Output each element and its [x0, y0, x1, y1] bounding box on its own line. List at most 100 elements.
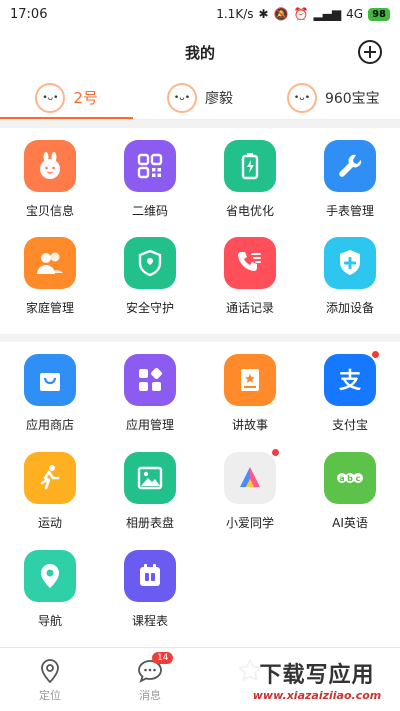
signal-icon: ▂▄▆: [313, 7, 342, 21]
tile: [24, 550, 76, 602]
notification-dot: [271, 448, 280, 457]
tile: [224, 237, 276, 289]
grid-item-app-management[interactable]: 应用管理: [100, 354, 200, 450]
grid-item-power-saving[interactable]: 省电优化: [200, 140, 300, 236]
tile: [324, 237, 376, 289]
grid-item-label: 小爱同学: [225, 516, 274, 530]
grid-item-photo-watchface[interactable]: 相册表盘: [100, 452, 200, 548]
nav-location[interactable]: 定位: [0, 648, 100, 711]
shield-icon: [138, 249, 162, 277]
tile: [24, 354, 76, 406]
grid-item-label: 省电优化: [225, 204, 274, 218]
grid-item-sports[interactable]: 运动: [0, 452, 100, 548]
network-speed: 1.1K/s: [216, 7, 254, 21]
device-functions-grid: 宝贝信息 二维码 省电优化 手表管理 家庭管理 安全守护 通话记录 添加设备: [0, 128, 400, 334]
family-icon: [37, 252, 63, 274]
grid-item-label: 应用管理: [125, 418, 174, 432]
avatar: •ᴗ•: [286, 82, 317, 113]
battery-icon: [241, 153, 259, 180]
grid-item-label: 添加设备: [325, 301, 374, 315]
grid-item-label: 课程表: [131, 614, 168, 628]
grid-item-add-device[interactable]: 添加设备: [300, 237, 400, 333]
grid-item-label: AI英语: [332, 516, 368, 530]
device-tabs: •ᴗ• 2号 •ᴗ• 廖毅 •ᴗ• 960宝宝: [0, 76, 400, 120]
tile: [124, 354, 176, 406]
tile: [24, 140, 76, 192]
tab-label: 960宝宝: [324, 90, 380, 107]
grid-item-label: 导航: [37, 614, 62, 628]
grid-item-label: 支付宝: [331, 418, 368, 432]
nav-messages[interactable]: 14 消息: [100, 648, 200, 711]
avatar: •ᴗ•: [166, 82, 197, 113]
runner-icon: [40, 465, 60, 490]
tile: [124, 452, 176, 504]
watermark-title: 下载写应用: [259, 662, 375, 688]
apps-grid: 应用商店 应用管理 讲故事 支 支付宝 运动 相册表盘 小爱同学 a b c A…: [0, 342, 400, 648]
tab-device-3[interactable]: •ᴗ• 960宝宝: [267, 76, 400, 119]
location-icon: [41, 564, 59, 588]
location-pin-icon: [41, 658, 59, 683]
add-device-icon: [340, 250, 360, 275]
nav-label: 定位: [39, 688, 61, 702]
grid-item-label: 运动: [37, 516, 62, 530]
watermark-url: www.xiazaiziiao.com: [252, 688, 382, 702]
network-type: 4G: [346, 7, 364, 21]
svg-text:b: b: [347, 474, 353, 483]
grid-item-call-log[interactable]: 通话记录: [200, 237, 300, 333]
grid-item-alipay[interactable]: 支 支付宝: [300, 350, 400, 450]
grid-item-baby-info[interactable]: 宝贝信息: [0, 140, 100, 236]
tab-label: 廖毅: [204, 90, 233, 107]
tile: [224, 448, 280, 504]
tab-device-2[interactable]: •ᴗ• 廖毅: [133, 76, 266, 119]
tile: [224, 354, 276, 406]
grid-item-label: 家庭管理: [25, 301, 74, 315]
grid-item-navigation[interactable]: 导航: [0, 550, 100, 646]
grid-item-app-store[interactable]: 应用商店: [0, 354, 100, 450]
grid-item-watch-management[interactable]: 手表管理: [300, 140, 400, 236]
tile: [124, 237, 176, 289]
tile: [124, 550, 176, 602]
status-bar: 17:06 1.1K/s ✱ 🔕 ⏰ ▂▄▆ 4G 98: [0, 0, 400, 28]
status-time: 17:06: [10, 6, 48, 22]
tile: [24, 452, 76, 504]
photo-icon: [137, 466, 163, 490]
tile: [224, 140, 276, 192]
mute-icon: 🔕: [273, 7, 289, 21]
wrench-icon: [339, 154, 362, 177]
add-button[interactable]: [358, 40, 382, 64]
page-header: 我的: [0, 28, 400, 76]
xiaoai-icon: [240, 467, 260, 487]
unread-badge: 14: [152, 652, 174, 664]
notification-dot: [371, 350, 380, 359]
tile: [24, 237, 76, 289]
grid-item-xiaoai[interactable]: 小爱同学: [200, 448, 300, 548]
avatar: •ᴗ•: [35, 82, 66, 113]
grid-item-label: 相册表盘: [125, 516, 174, 530]
grid-item-family-management[interactable]: 家庭管理: [0, 237, 100, 333]
grid-item-label: 讲故事: [231, 418, 268, 432]
phone-list-icon: [238, 252, 261, 271]
tab-device-1[interactable]: •ᴗ• 2号: [0, 76, 134, 119]
grid-item-ai-english[interactable]: abc AI英语: [300, 452, 400, 548]
status-indicators: 1.1K/s ✱ 🔕 ⏰ ▂▄▆ 4G 98: [216, 7, 390, 21]
grid-item-label: 二维码: [131, 204, 168, 218]
grid-item-qrcode[interactable]: 二维码: [100, 140, 200, 236]
grid-item-safety-guard[interactable]: 安全守护: [100, 237, 200, 333]
grid-item-schedule[interactable]: 课程表: [100, 550, 200, 646]
tile: abc: [324, 452, 376, 504]
grid-item-storytelling[interactable]: 讲故事: [200, 354, 300, 450]
watermark: 下载写应用 www.xiazaiziiao.com: [238, 651, 396, 707]
tab-label: 2号: [73, 89, 98, 107]
tile: 支: [324, 350, 380, 406]
alipay-icon: 支: [339, 369, 362, 394]
alarm-icon: ⏰: [293, 7, 309, 21]
grid-item-label: 宝贝信息: [25, 204, 74, 218]
qrcode-icon: [137, 153, 163, 179]
bunny-icon: [40, 152, 60, 179]
schedule-icon: [140, 564, 160, 586]
grid-item-label: 通话记录: [225, 301, 274, 315]
svg-text:c: c: [356, 474, 361, 483]
nav-label: 消息: [139, 688, 161, 702]
grid-item-label: 手表管理: [325, 204, 374, 218]
svg-text:支: 支: [339, 369, 362, 394]
